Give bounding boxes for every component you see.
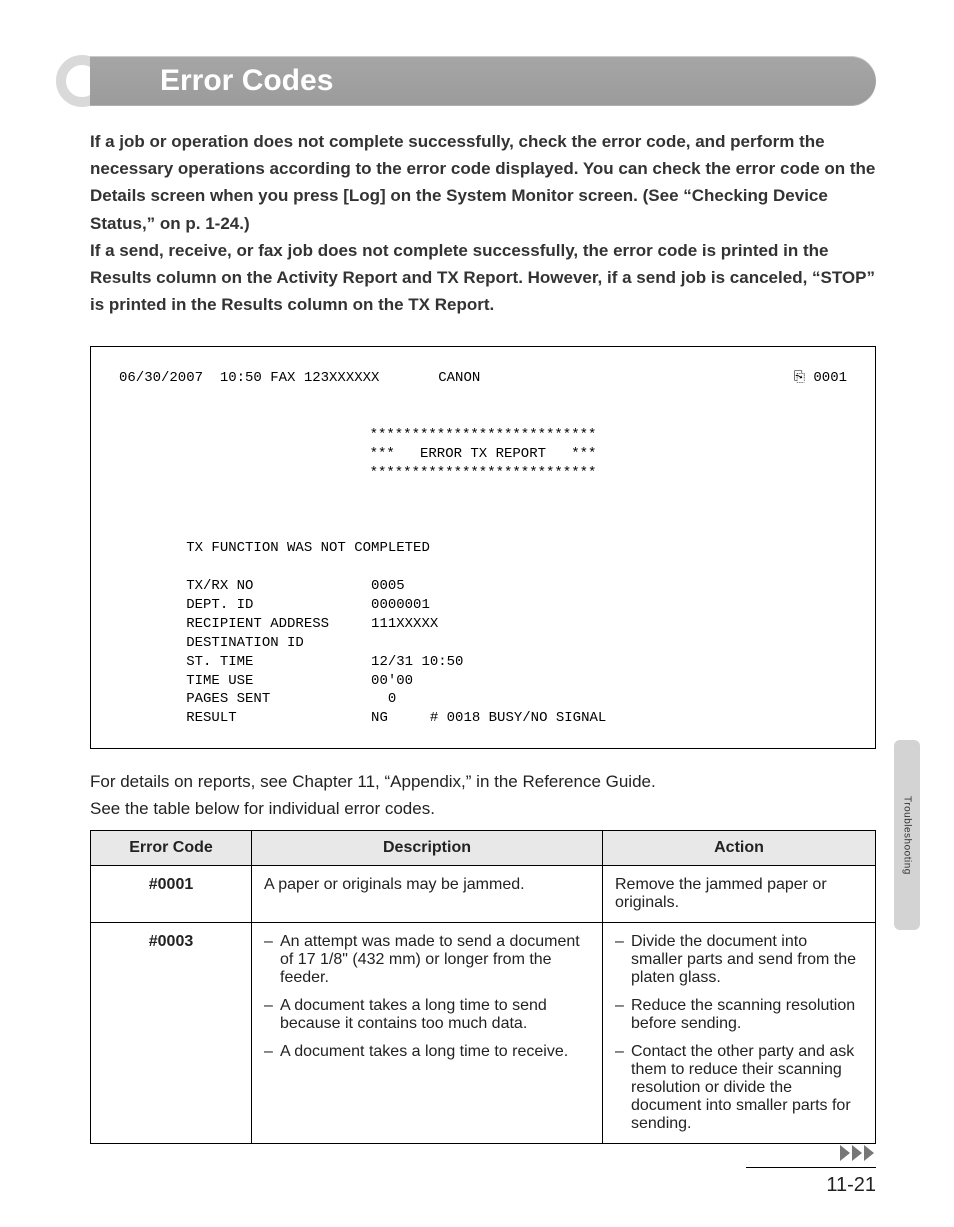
caption-line-2: See the table below for individual error… [90, 796, 876, 822]
report-header-right: ⎘ 0001 [794, 369, 847, 388]
table-row: #0003–An attempt was made to send a docu… [91, 922, 876, 1143]
list-item: –Divide the document into smaller parts … [615, 933, 863, 987]
section-side-tab: Troubleshooting [894, 740, 920, 930]
error-code-cell: #0001 [91, 865, 252, 922]
list-item: –An attempt was made to send a document … [264, 933, 590, 987]
caption-line-1: For details on reports, see Chapter 11, … [90, 769, 876, 795]
report-page-count: 0001 [813, 370, 847, 386]
report-body: TX FUNCTION WAS NOT COMPLETED TX/RX NO 0… [119, 520, 847, 728]
heading-title: Error Codes [160, 64, 333, 98]
description-cell: –An attempt was made to send a document … [252, 922, 603, 1143]
report-caption: For details on reports, see Chapter 11, … [90, 769, 876, 822]
page-number: 11-21 [826, 1174, 876, 1197]
page-count-icon: ⎘ [794, 370, 805, 386]
col-header-description: Description [252, 830, 603, 865]
section-heading-bar: Error Codes [90, 56, 876, 106]
side-tab-label: Troubleshooting [902, 796, 913, 875]
table-row: #0001A paper or originals may be jammed.… [91, 865, 876, 922]
report-header-left: 06/30/2007 10:50 FAX 123XXXXXX CANON [119, 369, 480, 388]
list-item: –Contact the other party and ask them to… [615, 1043, 863, 1133]
intro-paragraph: If a job or operation does not complete … [90, 128, 876, 318]
list-item: –Reduce the scanning resolution before s… [615, 997, 863, 1033]
list-item: –A document takes a long time to receive… [264, 1043, 590, 1061]
heading-pill: Error Codes [90, 56, 876, 106]
action-cell: Remove the jammed paper or originals. [603, 865, 876, 922]
error-code-cell: #0003 [91, 922, 252, 1143]
action-cell: –Divide the document into smaller parts … [603, 922, 876, 1143]
col-header-action: Action [603, 830, 876, 865]
error-report-sample: 06/30/2007 10:50 FAX 123XXXXXX CANON ⎘ 00… [90, 346, 876, 749]
report-title-block: *************************** *** ERROR TX… [119, 426, 847, 483]
description-cell: A paper or originals may be jammed. [252, 865, 603, 922]
col-header-error-code: Error Code [91, 830, 252, 865]
error-codes-table: Error Code Description Action #0001A pap… [90, 830, 876, 1144]
list-item: –A document takes a long time to send be… [264, 997, 590, 1033]
footer-rule [746, 1167, 876, 1168]
page-footer: 11-21 [90, 1139, 876, 1197]
continued-arrows-icon [840, 1145, 876, 1161]
